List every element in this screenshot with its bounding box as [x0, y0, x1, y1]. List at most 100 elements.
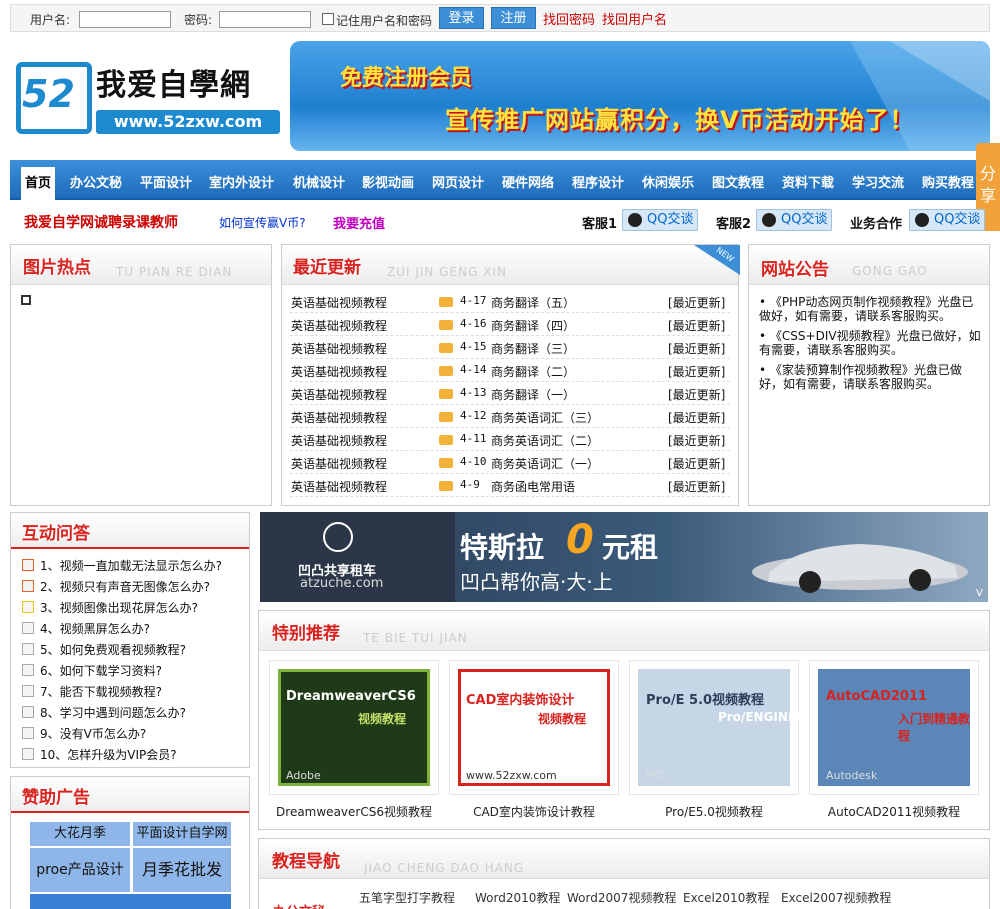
- guide-link[interactable]: Excel2010教程: [683, 889, 769, 906]
- guide-category[interactable]: 办公文秘: [273, 901, 325, 909]
- recent-category[interactable]: 英语基础视频教程: [291, 409, 387, 426]
- sponsor-cell[interactable]: 平面设计自学网: [133, 822, 231, 846]
- qa-item[interactable]: 3、视频图像出现花屏怎么办?: [40, 599, 198, 616]
- recent-subtitle: ZUI JIN GENG XIN: [387, 265, 507, 279]
- nav-item-hardware[interactable]: 硬件网络: [502, 172, 554, 191]
- recent-row[interactable]: 英语基础视频教程 4-15 商务翻译（三） [最近更新]: [290, 339, 730, 359]
- recommend-card[interactable]: DreamweaverCS6 视频教程 Adobe: [269, 660, 439, 795]
- guide-link[interactable]: Word2010教程: [475, 889, 560, 906]
- recent-tag: [最近更新]: [668, 457, 726, 471]
- sponsor-cell-blue[interactable]: [30, 894, 231, 909]
- card-caption[interactable]: Pro/E5.0视频教程: [629, 803, 799, 820]
- recent-date: 4-15: [460, 340, 487, 353]
- recent-row[interactable]: 英语基础视频教程 4-11 商务英语词汇（二） [最近更新]: [290, 431, 730, 451]
- card-cover-title: AutoCAD2011: [826, 689, 928, 704]
- sponsor-cell[interactable]: proe产品设计: [30, 848, 130, 892]
- nav-item-animation[interactable]: 影视动画: [362, 172, 414, 191]
- forgot-password-link[interactable]: 找回密码: [543, 9, 595, 28]
- recent-title[interactable]: 商务函电常用语: [491, 478, 575, 495]
- recent-title[interactable]: 商务翻译（二）: [491, 363, 575, 380]
- username-input[interactable]: [79, 11, 171, 28]
- recent-category[interactable]: 英语基础视频教程: [291, 317, 387, 334]
- nav-item-exchange[interactable]: 学习交流: [852, 172, 904, 191]
- recent-category[interactable]: 英语基础视频教程: [291, 294, 387, 311]
- forgot-username-link[interactable]: 找回用户名: [602, 9, 667, 28]
- recent-title[interactable]: 商务英语词汇（一）: [491, 455, 599, 472]
- guide-link[interactable]: Word2007视频教程: [567, 889, 676, 906]
- recent-category[interactable]: 英语基础视频教程: [291, 363, 387, 380]
- nav-item-graphic[interactable]: 平面设计: [140, 172, 192, 191]
- recent-row[interactable]: 英语基础视频教程 4-12 商务英语词汇（三） [最近更新]: [290, 408, 730, 428]
- notice-item[interactable]: • 《家装预算制作视频教程》光盘已做好，如有需要，请联系客服购买。: [759, 363, 985, 391]
- recent-category[interactable]: 英语基础视频教程: [291, 455, 387, 472]
- notice-item[interactable]: • 《PHP动态网页制作视频教程》光盘已做好，如有需要，请联系客服购买。: [759, 295, 985, 323]
- recent-title[interactable]: 商务英语词汇（三）: [491, 409, 599, 426]
- recent-row[interactable]: 英语基础视频教程 4-17 商务翻译（五） [最近更新]: [290, 293, 730, 313]
- recent-category[interactable]: 英语基础视频教程: [291, 432, 387, 449]
- card-cover-sub: 视频教程: [538, 712, 587, 726]
- nav-item-tutorial[interactable]: 图文教程: [712, 172, 764, 191]
- recent-title[interactable]: 商务翻译（一）: [491, 386, 575, 403]
- recent-category[interactable]: 英语基础视频教程: [291, 386, 387, 403]
- nav-item-interior[interactable]: 室内外设计: [209, 172, 274, 191]
- recent-row[interactable]: 英语基础视频教程 4-14 商务翻译（二） [最近更新]: [290, 362, 730, 382]
- guide-link[interactable]: 五笔字型打字教程: [359, 889, 455, 906]
- card-caption[interactable]: CAD室内装饰设计教程: [449, 803, 619, 820]
- qq-chat-button-2[interactable]: QQ交谈: [756, 209, 832, 231]
- recent-row[interactable]: 英语基础视频教程 4-9 商务函电常用语 [最近更新]: [290, 477, 730, 497]
- recent-category[interactable]: 英语基础视频教程: [291, 340, 387, 357]
- register-button[interactable]: 注册: [491, 7, 536, 29]
- login-button[interactable]: 登录: [439, 7, 484, 29]
- password-input[interactable]: [219, 11, 311, 28]
- ad-corner-mark[interactable]: V: [976, 588, 983, 599]
- card-caption[interactable]: DreamweaverCS6视频教程: [269, 803, 439, 820]
- rental-ad-banner[interactable]: 凹凸共享租车 atzuche.com 特斯拉 0 元租 凹凸帮你高·大·上 V: [260, 512, 988, 602]
- nav-home[interactable]: 首页: [21, 167, 55, 200]
- recent-row[interactable]: 英语基础视频教程 4-13 商务翻译（一） [最近更新]: [290, 385, 730, 405]
- qq-chat-button-biz[interactable]: QQ交谈: [909, 209, 985, 231]
- qa-item[interactable]: 7、能否下载视频教程?: [40, 683, 162, 700]
- notice-item[interactable]: • 《CSS+DIV视频教程》光盘已做好，如有需要，请联系客服购买。: [759, 329, 985, 357]
- card-caption[interactable]: AutoCAD2011视频教程: [809, 803, 979, 820]
- banner-headline: 免费注册会员: [340, 66, 473, 91]
- recent-title[interactable]: 商务翻译（五）: [491, 294, 575, 311]
- nav-item-office[interactable]: 办公文秘: [70, 172, 122, 191]
- nav-item-leisure[interactable]: 休闲娱乐: [642, 172, 694, 191]
- nav-item-download[interactable]: 资料下载: [782, 172, 834, 191]
- qa-title: 互动问答: [22, 524, 90, 544]
- guide-link[interactable]: Excel2007视频教程: [781, 889, 891, 906]
- recommend-card[interactable]: AutoCAD2011 入门到精通教程 Autodesk: [809, 660, 979, 795]
- qa-item[interactable]: 8、学习中遇到问题怎么办?: [40, 704, 186, 721]
- sponsor-cell[interactable]: 月季花批发: [133, 848, 231, 892]
- ad-headline-c: 元租: [602, 531, 659, 564]
- recharge-link[interactable]: 我要充值: [333, 213, 385, 232]
- qa-item[interactable]: 10、怎样升级为VIP会员?: [40, 746, 177, 763]
- video-icon: [439, 366, 453, 376]
- qq-chat-button-1[interactable]: QQ交谈: [622, 209, 698, 231]
- sponsor-cell[interactable]: 大花月季: [30, 822, 130, 846]
- question-icon: [22, 580, 34, 592]
- recommend-card[interactable]: Pro/E 5.0视频教程 Pro/ENGINEER PTC: [629, 660, 814, 795]
- recent-category[interactable]: 英语基础视频教程: [291, 478, 387, 495]
- qa-item[interactable]: 2、视频只有声音无图像怎么办?: [40, 578, 210, 595]
- nav-item-programming[interactable]: 程序设计: [572, 172, 624, 191]
- qa-item[interactable]: 6、如何下载学习资料?: [40, 662, 162, 679]
- logo-url[interactable]: www.52zxw.com: [96, 110, 280, 134]
- recruit-link[interactable]: 我爱自学网诚聘录课教师: [24, 212, 178, 232]
- recommend-card[interactable]: CAD室内装饰设计 视频教程 www.52zxw.com: [449, 660, 619, 795]
- remember-checkbox[interactable]: [322, 13, 334, 25]
- recent-row[interactable]: 英语基础视频教程 4-16 商务翻译（四） [最近更新]: [290, 316, 730, 336]
- qa-item[interactable]: 5、如何免费观看视频教程?: [40, 641, 186, 658]
- qa-item[interactable]: 9、没有V币怎么办?: [40, 725, 146, 742]
- recent-title[interactable]: 商务英语词汇（二）: [491, 432, 599, 449]
- recent-title[interactable]: 商务翻译（四）: [491, 317, 575, 334]
- qa-item[interactable]: 4、视频黑屏怎么办?: [40, 620, 150, 637]
- nav-item-buy[interactable]: 购买教程: [922, 172, 974, 191]
- nav-item-web[interactable]: 网页设计: [432, 172, 484, 191]
- qa-item[interactable]: 1、视频一直加载无法显示怎么办?: [40, 557, 222, 574]
- question-icon: [22, 643, 34, 655]
- promote-link[interactable]: 如何宣传赢V币?: [219, 214, 306, 231]
- nav-item-mechanical[interactable]: 机械设计: [293, 172, 345, 191]
- recent-row[interactable]: 英语基础视频教程 4-10 商务英语词汇（一） [最近更新]: [290, 454, 730, 474]
- recent-title[interactable]: 商务翻译（三）: [491, 340, 575, 357]
